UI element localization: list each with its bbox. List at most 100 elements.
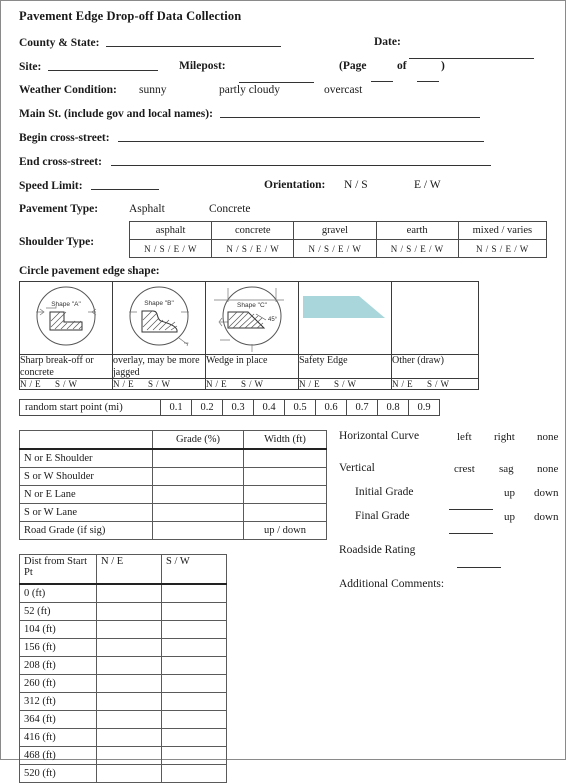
edge-shape-cell-a[interactable]: Shape "A": [19, 281, 113, 355]
grade-cell-sw-shoulder-grade[interactable]: [152, 467, 244, 486]
vertical-option-none[interactable]: none: [537, 463, 558, 475]
distance-cell-364-sw[interactable]: [161, 710, 227, 729]
edge-dirs-a[interactable]: N / E S / W: [19, 378, 113, 390]
weather-option-partly-cloudy[interactable]: partly cloudy: [219, 83, 280, 97]
shoulder-type-gravel[interactable]: gravel: [293, 221, 377, 240]
distance-cell-416-ne[interactable]: [96, 728, 162, 747]
orientation-option-ns[interactable]: N / S: [344, 178, 368, 192]
shoulder-type-earth[interactable]: earth: [375, 221, 459, 240]
shoulder-dirs-earth[interactable]: N / S / E / W: [375, 239, 459, 258]
random-start-value-0.6[interactable]: 0.6: [315, 399, 347, 416]
final-grade-option-up[interactable]: up: [504, 511, 515, 523]
date-input[interactable]: [409, 47, 534, 59]
end-cross-street-input[interactable]: [110, 154, 491, 166]
distance-cell-520-ne[interactable]: [96, 764, 162, 783]
grade-cell-ne-shoulder-width[interactable]: [243, 448, 327, 468]
grade-cell-sw-lane-grade[interactable]: [152, 503, 244, 522]
initial-grade-option-down[interactable]: down: [534, 487, 558, 499]
initial-grade-option-up[interactable]: up: [504, 487, 515, 499]
orientation-option-ew[interactable]: E / W: [414, 178, 441, 192]
edge-shape-cell-b[interactable]: Shape "B": [112, 281, 206, 355]
distance-cell-312-sw[interactable]: [161, 692, 227, 711]
grade-cell-ne-lane-grade[interactable]: [152, 485, 244, 504]
pavement-type-option-asphalt[interactable]: Asphalt: [129, 202, 165, 216]
distance-cell-260-ne[interactable]: [96, 674, 162, 693]
horizontal-curve-option-left[interactable]: left: [457, 431, 472, 443]
edge-dirs-other[interactable]: N / E S / W: [391, 378, 479, 390]
county-state-input[interactable]: [106, 35, 282, 47]
horizontal-curve-option-none[interactable]: none: [537, 431, 558, 443]
edge-dirs-c-sw[interactable]: S / W: [241, 379, 263, 389]
distance-cell-364-ne[interactable]: [96, 710, 162, 729]
distance-cell-0-sw[interactable]: [161, 583, 227, 603]
edge-dirs-other-sw[interactable]: S / W: [427, 379, 449, 389]
page-number-input[interactable]: [371, 71, 393, 82]
weather-option-sunny[interactable]: sunny: [139, 83, 166, 97]
random-start-value-0.4[interactable]: 0.4: [253, 399, 285, 416]
roadside-rating-input[interactable]: [457, 556, 501, 568]
main-street-input[interactable]: [219, 106, 480, 118]
edge-dirs-c-ne[interactable]: N / E: [206, 379, 227, 389]
begin-cross-street-input[interactable]: [118, 130, 485, 142]
edge-dirs-safety[interactable]: N / E S / W: [298, 378, 392, 390]
random-start-value-0.5[interactable]: 0.5: [284, 399, 316, 416]
shoulder-dirs-concrete[interactable]: N / S / E / W: [211, 239, 295, 258]
random-start-value-0.3[interactable]: 0.3: [222, 399, 254, 416]
shoulder-dirs-asphalt[interactable]: N / S / E / W: [128, 239, 213, 258]
shoulder-type-concrete[interactable]: concrete: [211, 221, 295, 240]
speed-limit-input[interactable]: [91, 178, 160, 190]
final-grade-input[interactable]: [449, 522, 493, 534]
random-start-value-0.7[interactable]: 0.7: [346, 399, 378, 416]
edge-dirs-b-ne[interactable]: N / E: [113, 379, 134, 389]
distance-cell-260-sw[interactable]: [161, 674, 227, 693]
shoulder-dirs-gravel[interactable]: N / S / E / W: [293, 239, 377, 258]
distance-cell-468-sw[interactable]: [161, 746, 227, 765]
distance-cell-52-sw[interactable]: [161, 602, 227, 621]
distance-cell-0-ne[interactable]: [96, 583, 162, 603]
edge-dirs-c[interactable]: N / E S / W: [205, 378, 299, 390]
pavement-type-option-concrete[interactable]: Concrete: [209, 202, 251, 216]
edge-dirs-b[interactable]: N / E S / W: [112, 378, 206, 390]
distance-cell-468-ne[interactable]: [96, 746, 162, 765]
grade-cell-sw-lane-width[interactable]: [243, 503, 327, 522]
final-grade-option-down[interactable]: down: [534, 511, 558, 523]
edge-dirs-b-sw[interactable]: S / W: [148, 379, 170, 389]
grade-cell-ne-shoulder-grade[interactable]: [152, 448, 244, 468]
vertical-option-crest[interactable]: crest: [454, 463, 475, 475]
shoulder-type-asphalt[interactable]: asphalt: [128, 221, 213, 240]
distance-cell-208-ne[interactable]: [96, 656, 162, 675]
edge-shape-cell-c[interactable]: Shape "C" 45°: [205, 281, 299, 355]
random-start-value-0.8[interactable]: 0.8: [377, 399, 409, 416]
site-input[interactable]: [48, 59, 159, 71]
grade-cell-road-grade-grade[interactable]: [152, 521, 244, 540]
grade-cell-road-grade-updown[interactable]: up / down: [243, 521, 327, 540]
page-total-input[interactable]: [417, 71, 439, 82]
distance-cell-52-ne[interactable]: [96, 602, 162, 621]
edge-dirs-safety-ne[interactable]: N / E: [299, 379, 320, 389]
vertical-option-sag[interactable]: sag: [499, 463, 514, 475]
distance-cell-104-ne[interactable]: [96, 620, 162, 639]
shoulder-type-mixed[interactable]: mixed / varies: [457, 221, 548, 240]
weather-option-overcast[interactable]: overcast: [324, 83, 362, 97]
distance-cell-520-sw[interactable]: [161, 764, 227, 783]
edge-shape-cell-other[interactable]: [391, 281, 479, 355]
edge-dirs-a-ne[interactable]: N / E: [20, 379, 41, 389]
edge-dirs-safety-sw[interactable]: S / W: [334, 379, 356, 389]
edge-dirs-other-ne[interactable]: N / E: [392, 379, 413, 389]
milepost-input[interactable]: [239, 71, 314, 83]
random-start-value-0.1[interactable]: 0.1: [160, 399, 192, 416]
edge-dirs-a-sw[interactable]: S / W: [55, 379, 77, 389]
grade-cell-sw-shoulder-width[interactable]: [243, 467, 327, 486]
distance-cell-156-sw[interactable]: [161, 638, 227, 657]
distance-cell-208-sw[interactable]: [161, 656, 227, 675]
distance-cell-156-ne[interactable]: [96, 638, 162, 657]
edge-shape-cell-safety[interactable]: [298, 281, 392, 355]
distance-cell-104-sw[interactable]: [161, 620, 227, 639]
initial-grade-input[interactable]: [449, 498, 493, 510]
distance-cell-312-ne[interactable]: [96, 692, 162, 711]
horizontal-curve-option-right[interactable]: right: [494, 431, 515, 443]
grade-cell-ne-lane-width[interactable]: [243, 485, 327, 504]
random-start-value-0.9[interactable]: 0.9: [408, 399, 440, 416]
shoulder-dirs-mixed[interactable]: N / S / E / W: [457, 239, 548, 258]
random-start-value-0.2[interactable]: 0.2: [191, 399, 223, 416]
